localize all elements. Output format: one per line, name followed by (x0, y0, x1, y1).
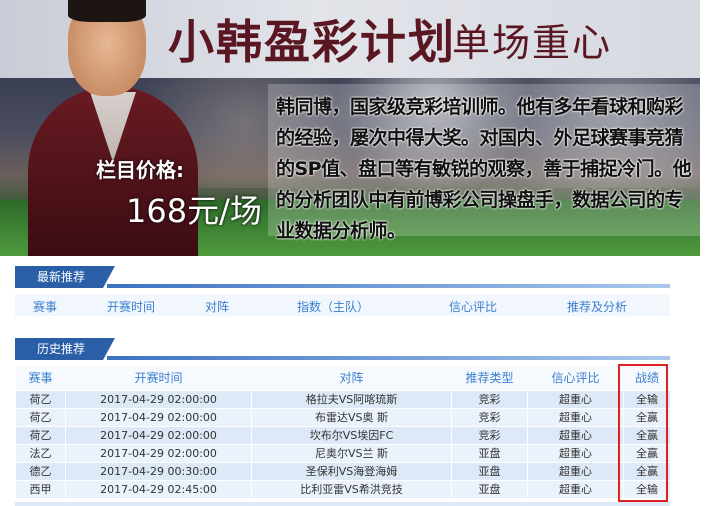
cell-type: 亚盘 (451, 479, 528, 499)
table-row-partial (15, 502, 670, 506)
cell-confidence: 超重心 (527, 425, 624, 445)
latest-col-league: 赛事 (33, 300, 58, 314)
cell-match: 尼奥尔VS兰 斯 (251, 443, 452, 463)
banner-subtitle: 单场重心 (452, 21, 613, 65)
cell-time: 2017-04-29 02:00:00 (65, 407, 252, 427)
history-col-type: 推荐类型 (451, 366, 528, 390)
cell-time: 2017-04-29 02:00:00 (65, 443, 252, 463)
latest-column-headers: 赛事 开赛时间 对阵 指数（主队） 信心评比 推荐及分析 (15, 294, 670, 316)
cell-type: 竞彩 (451, 425, 528, 445)
expert-intro: 韩同博，国家级竞彩培训师。他有多年看球和购彩的经验，屡次中得大奖。对国内、外足球… (276, 96, 692, 242)
cell-type: 亚盘 (451, 443, 528, 463)
cell-confidence: 超重心 (527, 479, 624, 499)
cell-league: 西甲 (15, 479, 66, 499)
cell-match: 布雷达VS奥 斯 (251, 407, 452, 427)
cell-type: 竞彩 (451, 389, 528, 409)
history-col-time: 开赛时间 (65, 366, 252, 390)
cell-result: 全赢 (623, 443, 671, 463)
history-section-header: 历史推荐 (15, 338, 670, 362)
cell-match: 格拉夫VS阿喀琉斯 (251, 389, 452, 409)
table-row: 荷乙 2017-04-29 02:00:00 坎布尔VS埃因FC 竞彩 超重心 … (15, 425, 671, 445)
cell-confidence: 超重心 (527, 443, 624, 463)
cell-confidence: 超重心 (527, 389, 624, 409)
table-row: 荷乙 2017-04-29 02:00:00 格拉夫VS阿喀琉斯 竞彩 超重心 … (15, 389, 671, 409)
history-section-tab: 历史推荐 (15, 338, 115, 360)
history-table: 赛事 开赛时间 对阵 推荐类型 信心评比 战绩 荷乙 2017-04-29 02… (15, 366, 671, 499)
cell-result: 全赢 (623, 461, 671, 481)
latest-section-tab: 最新推荐 (15, 266, 115, 288)
latest-col-index: 指数（主队） (297, 300, 370, 314)
price-label: 栏目价格: (96, 158, 184, 182)
history-col-match: 对阵 (251, 366, 452, 390)
latest-col-time: 开赛时间 (107, 300, 156, 314)
table-row: 法乙 2017-04-29 02:00:00 尼奥尔VS兰 斯 亚盘 超重心 全… (15, 443, 671, 463)
history-col-league: 赛事 (15, 366, 66, 390)
cell-type: 竞彩 (451, 407, 528, 427)
cell-result: 全输 (623, 479, 671, 499)
cell-league: 荷乙 (15, 407, 66, 427)
expert-hair (68, 0, 146, 22)
cell-type: 亚盘 (451, 461, 528, 481)
cell-result: 全输 (623, 389, 671, 409)
table-row: 德乙 2017-04-29 00:30:00 圣保利VS海登海姆 亚盘 超重心 … (15, 461, 671, 481)
cell-time: 2017-04-29 02:00:00 (65, 425, 252, 445)
latest-col-confidence: 信心评比 (449, 300, 498, 314)
history-col-confidence: 信心评比 (527, 366, 624, 390)
cell-confidence: 超重心 (527, 461, 624, 481)
cell-result: 全赢 (623, 407, 671, 427)
banner: 小韩盈彩计划 单场重心 栏目价格: 168元/场 韩同博，国家级竞彩培训师。他有… (0, 0, 700, 256)
cell-time: 2017-04-29 02:00:00 (65, 389, 252, 409)
cell-time: 2017-04-29 02:45:00 (65, 479, 252, 499)
table-row: 西甲 2017-04-29 02:45:00 比利亚雷VS希洪竞技 亚盘 超重心… (15, 479, 671, 499)
cell-result: 全赢 (623, 425, 671, 445)
cell-confidence: 超重心 (527, 407, 624, 427)
cell-league: 荷乙 (15, 425, 66, 445)
latest-col-match: 对阵 (205, 300, 230, 314)
history-header-row: 赛事 开赛时间 对阵 推荐类型 信心评比 战绩 (15, 366, 671, 390)
cell-league: 荷乙 (15, 389, 66, 409)
cell-match: 坎布尔VS埃因FC (251, 425, 452, 445)
cell-match: 比利亚雷VS希洪竞技 (251, 479, 452, 499)
table-row: 荷乙 2017-04-29 02:00:00 布雷达VS奥 斯 竞彩 超重心 全… (15, 407, 671, 427)
latest-section-line (107, 284, 670, 288)
history-col-result: 战绩 (623, 366, 671, 390)
cell-league: 法乙 (15, 443, 66, 463)
latest-section-header: 最新推荐 (15, 266, 670, 290)
history-section-line (107, 356, 670, 360)
cell-time: 2017-04-29 00:30:00 (65, 461, 252, 481)
price-value: 168元/场 (126, 192, 262, 230)
latest-col-analysis: 推荐及分析 (567, 300, 628, 314)
cell-match: 圣保利VS海登海姆 (251, 461, 452, 481)
banner-title: 小韩盈彩计划 (168, 15, 456, 69)
cell-league: 德乙 (15, 461, 66, 481)
